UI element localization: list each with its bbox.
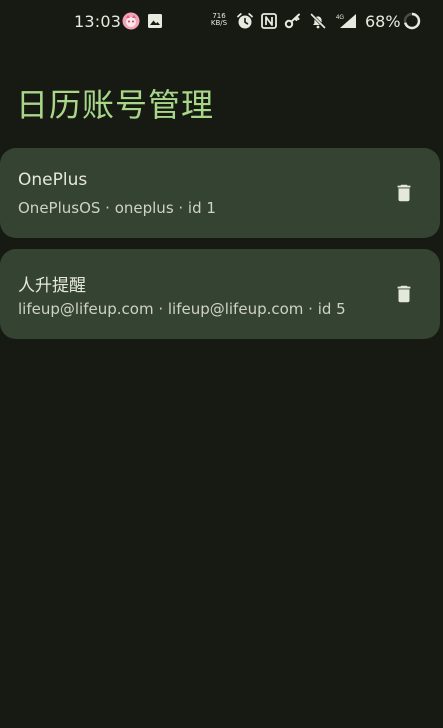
trash-icon: [397, 285, 411, 303]
network-speed-unit: KB/S: [210, 19, 228, 27]
image-icon: [146, 12, 164, 30]
battery-percent: 68%: [365, 12, 401, 31]
account-name: OnePlus: [18, 170, 88, 190]
trash-icon: [397, 184, 411, 202]
account-name: 人升提醒: [18, 276, 86, 296]
nfc-icon: [260, 12, 278, 30]
mute-icon: [309, 12, 327, 30]
network-speed: 716 KB/S: [210, 13, 228, 27]
account-card-lifeup[interactable]: 人升提醒 lifeup@lifeup.com · lifeup@lifeup.c…: [0, 249, 440, 339]
account-card-oneplus[interactable]: OnePlus OnePlusOS · oneplus · id 1: [0, 148, 440, 238]
signal-icon: 4G: [336, 12, 358, 30]
status-time: 13:03: [74, 12, 122, 31]
app-notification-icon: [122, 12, 140, 30]
status-bar: 13:03 716 KB/S 4G 68%: [0, 0, 443, 44]
key-icon: [284, 12, 302, 30]
account-detail: OnePlusOS · oneplus · id 1: [18, 199, 216, 217]
signal-network-type: 4G: [336, 15, 344, 21]
alarm-icon: [236, 12, 254, 30]
battery-ring-icon: [403, 12, 421, 30]
page-title: 日历账号管理: [16, 86, 215, 124]
delete-account-button[interactable]: [392, 282, 416, 306]
account-detail: lifeup@lifeup.com · lifeup@lifeup.com · …: [18, 300, 346, 318]
delete-account-button[interactable]: [392, 181, 416, 205]
